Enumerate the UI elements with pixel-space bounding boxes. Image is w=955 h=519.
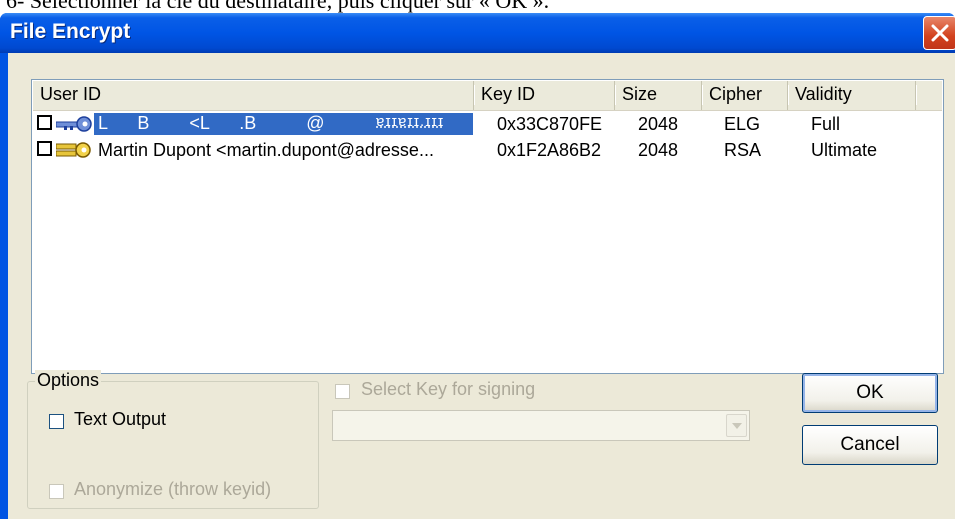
- close-icon: [931, 24, 949, 42]
- select-signing-key-checkbox: [335, 384, 350, 399]
- key-id-cell: 0x1F2A86B2: [497, 140, 602, 160]
- user-id-cell: Martin Dupont <martin.dupont@adresse...: [98, 140, 434, 160]
- user-id-obscured-text: ɐɪɪɐɪɪ.ɪɪɪ: [376, 113, 445, 130]
- key-list[interactable]: User ID Key ID Size Cipher Validity L B: [31, 79, 944, 374]
- key-pair-icon: [56, 142, 91, 158]
- selection-highlight: L B <L .B @ ɐɪɪɐɪɪ.ɪɪɪ: [94, 113, 473, 135]
- size-cell: 2048: [638, 114, 679, 134]
- chevron-down-icon: [732, 423, 742, 429]
- key-list-header: User ID Key ID Size Cipher Validity: [33, 81, 942, 111]
- key-row-checkbox[interactable]: [37, 115, 52, 130]
- window-title: File Encrypt: [10, 20, 131, 43]
- validity-cell: Ultimate: [811, 140, 878, 160]
- key-row[interactable]: L B <L .B @ ɐɪɪɐɪɪ.ɪɪɪ 0x33C870FE 2048 E…: [32, 111, 941, 139]
- anonymize-label: Anonymize (throw keyid): [74, 479, 272, 499]
- column-header-key-id[interactable]: Key ID: [474, 81, 616, 110]
- dropdown-button: [726, 414, 747, 437]
- column-header-user-id[interactable]: User ID: [33, 81, 475, 110]
- column-header-cipher[interactable]: Cipher: [702, 81, 789, 110]
- cipher-cell: RSA: [724, 140, 762, 160]
- options-group: Options Text Output Anonymize (throw key…: [27, 370, 319, 509]
- size-cell: 2048: [638, 140, 679, 160]
- signing-key-dropdown: [332, 410, 750, 441]
- anonymize-checkbox: [49, 484, 64, 499]
- close-button[interactable]: [923, 16, 955, 50]
- instruction-caption: 6- Sélectionner la clé du destinataire, …: [6, 0, 550, 13]
- cipher-cell: ELG: [724, 114, 761, 134]
- text-output-label[interactable]: Text Output: [74, 409, 166, 430]
- dialog-client-area: User ID Key ID Size Cipher Validity L B: [8, 53, 955, 519]
- text-output-checkbox[interactable]: [49, 414, 64, 429]
- cancel-button[interactable]: Cancel: [802, 425, 938, 465]
- column-header-validity[interactable]: Validity: [788, 81, 917, 110]
- column-header-size[interactable]: Size: [615, 81, 703, 110]
- validity-cell: Full: [811, 114, 841, 134]
- select-signing-key-label: Select Key for signing: [361, 379, 536, 399]
- file-encrypt-dialog: File Encrypt User ID Key ID Size Cipher …: [0, 13, 955, 519]
- title-bar[interactable]: File Encrypt: [0, 13, 955, 53]
- key-id-cell: 0x33C870FE: [497, 114, 603, 134]
- key-pair-icon: [56, 116, 92, 132]
- user-id-text: L B <L .B @: [98, 113, 325, 133]
- options-legend: Options: [35, 370, 102, 391]
- key-row-checkbox[interactable]: [37, 141, 52, 156]
- ok-button[interactable]: OK: [802, 373, 938, 413]
- key-row[interactable]: Martin Dupont <martin.dupont@adresse... …: [32, 137, 941, 165]
